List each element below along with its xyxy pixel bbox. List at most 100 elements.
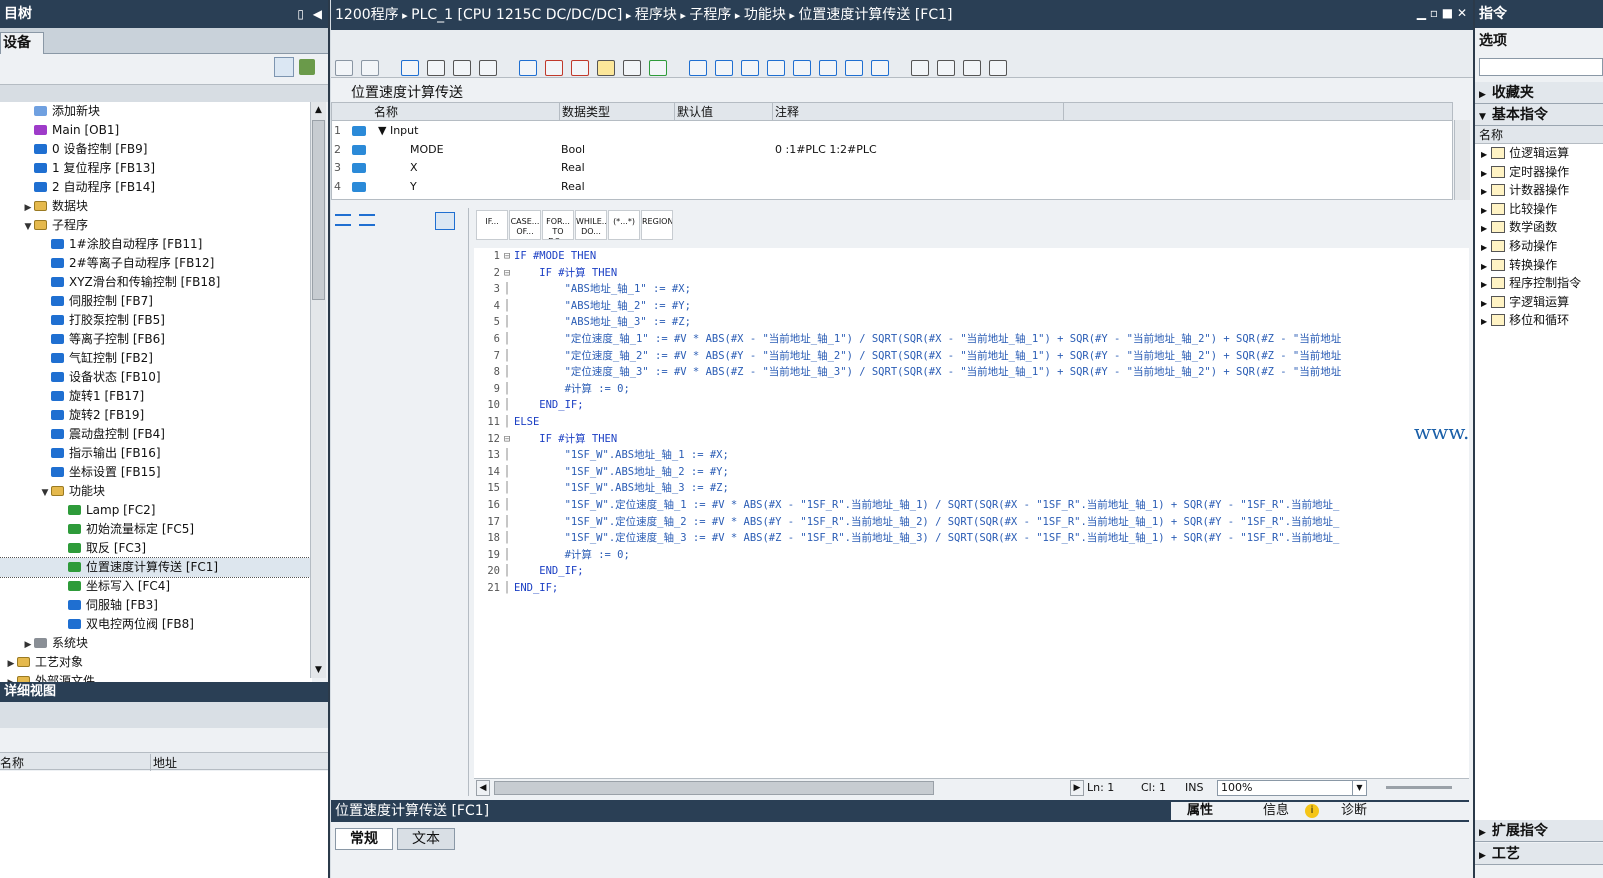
indent-icon[interactable] — [335, 214, 351, 226]
toolbar-button-icon[interactable] — [623, 60, 641, 76]
breadcrumb-item[interactable]: 子程序 — [689, 7, 731, 23]
tree-item[interactable]: 1 复位程序 [FB13] — [0, 159, 312, 178]
tree-item[interactable]: 位置速度计算传送 [FC1] — [0, 557, 312, 578]
toolbar-button-icon[interactable] — [361, 60, 379, 76]
splitter-icon[interactable] — [435, 212, 455, 230]
hscroll-left-icon[interactable]: ◀ — [476, 780, 490, 796]
diagnostics-tab[interactable]: 诊断 — [1341, 802, 1367, 820]
instruction-category[interactable]: ▶ 比较操作 — [1475, 200, 1603, 219]
code-line[interactable]: 21 │ END_IF; — [474, 580, 558, 597]
tree-item[interactable]: 等离子控制 [FB6] — [0, 330, 312, 349]
param-name[interactable]: X — [410, 159, 418, 177]
code-line[interactable]: 8 │ "定位速度_轴_3" := #V * ABS(#Z - "当前地址_轴_3… — [474, 364, 1342, 381]
toolbar-button-icon[interactable] — [767, 60, 785, 76]
zoom-select[interactable]: 100% ▼ — [1217, 780, 1367, 796]
breadcrumb-item[interactable]: 位置速度计算传送 [FC1] — [798, 7, 952, 23]
tree-item[interactable]: ▶ 系统块 — [0, 634, 312, 653]
toolbar-button-icon[interactable] — [519, 60, 537, 76]
param-name[interactable]: MODE — [410, 141, 444, 159]
code-line[interactable]: 5 │ "ABS地址_轴_3" := #Z; — [474, 314, 691, 331]
snippet-button[interactable]: REGION — [641, 210, 673, 240]
instruction-category[interactable]: ▶ 数学函数 — [1475, 218, 1603, 237]
tree-item[interactable]: ▶ 数据块 — [0, 197, 312, 216]
code-line[interactable]: 15 │ "1SF_W".ABS地址_轴_3 := #Z; — [474, 480, 728, 497]
toolbar-button-icon[interactable] — [427, 60, 445, 76]
tree-item[interactable]: 初始流量标定 [FC5] — [0, 520, 312, 539]
snippet-button[interactable]: (*...*) — [608, 210, 640, 240]
instruction-category[interactable]: ▶ 位逻辑运算 — [1475, 144, 1603, 163]
toolbar-button-icon[interactable] — [871, 60, 889, 76]
scroll-down-icon[interactable]: ▼ — [311, 662, 326, 678]
collapse-panel-icon[interactable]: ◀ — [313, 0, 322, 28]
instruction-category[interactable]: ▶ 字逻辑运算 — [1475, 293, 1603, 312]
window-controls[interactable]: ▁ ▫ ■ ✕ — [1417, 6, 1467, 20]
tree-item[interactable]: 双电控两位阀 [FB8] — [0, 615, 312, 634]
code-line[interactable]: 13 │ "1SF_W".ABS地址_轴_1 := #X; — [474, 447, 728, 464]
code-editor[interactable]: 1 ⊟ IF #MODE THEN 2 ⊟ IF #计算 THEN 3 │ "ABS地址_轴… — [474, 248, 1469, 778]
basic-instructions-section[interactable]: ▼ 基本指令 — [1475, 104, 1603, 126]
tree-item[interactable]: 伺服轴 [FB3] — [0, 596, 312, 615]
instruction-category[interactable]: ▶ 移位和循环 — [1475, 311, 1603, 330]
toolbar-button-icon[interactable] — [937, 60, 955, 76]
interface-row[interactable]: 4 Y Real — [332, 178, 1452, 196]
tree-scrollbar[interactable]: ▲ ▼ — [310, 102, 326, 678]
interface-row[interactable]: 3 X Real — [332, 159, 1452, 177]
code-line[interactable]: 11 │ ELSE — [474, 414, 539, 431]
toolbar-button-icon[interactable] — [845, 60, 863, 76]
code-line[interactable]: 14 │ "1SF_W".ABS地址_轴_2 := #Y; — [474, 464, 728, 481]
code-line[interactable]: 6 │ "定位速度_轴_1" := #V * ABS(#X - "当前地址_轴_1… — [474, 331, 1342, 348]
toolbar-button-icon[interactable] — [741, 60, 759, 76]
snippet-button[interactable]: IF... — [476, 210, 508, 240]
instruction-category[interactable]: ▶ 转换操作 — [1475, 256, 1603, 275]
toolbar-button-icon[interactable] — [649, 60, 667, 76]
table-view-icon[interactable] — [274, 57, 294, 77]
interface-row[interactable]: 2 MODE Bool 0 :1#PLC 1:2#PLC — [332, 140, 1452, 159]
tree-item[interactable]: 设备状态 [FB10] — [0, 368, 312, 387]
scroll-thumb[interactable] — [312, 120, 325, 300]
param-name[interactable]: ▼ Input — [378, 122, 418, 140]
hscroll-right-icon[interactable]: ▶ — [1070, 780, 1084, 796]
tree-item[interactable]: 0 设备控制 [FB9] — [0, 140, 312, 159]
breadcrumb-item[interactable]: 程序块 — [635, 7, 677, 23]
toolbar-button-icon[interactable] — [793, 60, 811, 76]
tree-item[interactable]: Lamp [FC2] — [0, 501, 312, 520]
tab-general[interactable]: 常规 — [335, 828, 393, 850]
fold-icon[interactable]: ⊟ — [500, 431, 514, 448]
param-type[interactable]: Real — [561, 159, 585, 177]
tree-item[interactable]: 打胶泵控制 [FB5] — [0, 311, 312, 330]
tree-item[interactable]: 坐标写入 [FC4] — [0, 577, 312, 596]
param-type[interactable]: Bool — [561, 141, 585, 159]
list-icon[interactable] — [359, 214, 375, 226]
tree-item[interactable]: 添加新块 — [0, 102, 312, 121]
breadcrumb-item[interactable]: 功能块 — [744, 7, 786, 23]
tree-item[interactable]: ▶ 工艺对象 — [0, 653, 312, 672]
tree-item[interactable]: 指示输出 [FB16] — [0, 444, 312, 463]
code-line[interactable]: 12 ⊟ IF #计算 THEN — [474, 431, 617, 448]
fold-icon[interactable]: ⊟ — [500, 265, 514, 282]
fold-icon[interactable]: ⊟ — [500, 248, 514, 265]
param-name[interactable]: Y — [410, 178, 417, 196]
tab-text[interactable]: 文本 — [397, 828, 455, 850]
detail-view-header[interactable]: 详细视图 — [0, 682, 328, 702]
code-line[interactable]: 2 ⊟ IF #计算 THEN — [474, 265, 618, 282]
tree-item[interactable]: XYZ滑台和传输控制 [FB18] — [0, 273, 312, 292]
instruction-category[interactable]: ▶ 程序控制指令 — [1475, 274, 1603, 293]
instruction-category[interactable]: ▶ 定时器操作 — [1475, 163, 1603, 182]
code-line[interactable]: 18 │ "1SF_W".定位速度_轴_3 := #V * ABS(#Z - "1… — [474, 530, 1339, 547]
code-line[interactable]: 9 │ #计算 := 0; — [474, 381, 630, 398]
code-line[interactable]: 7 │ "定位速度_轴_2" := #V * ABS(#Y - "当前地址_轴_2… — [474, 348, 1342, 365]
toolbar-button-icon[interactable] — [819, 60, 837, 76]
snippet-button[interactable]: WHILE... DO... — [575, 210, 607, 240]
pin-icon[interactable]: ▯ — [297, 0, 304, 28]
tree-item[interactable]: 2#等离子自动程序 [FB12] — [0, 254, 312, 273]
toolbar-button-icon[interactable] — [479, 60, 497, 76]
chevron-down-icon[interactable]: ▼ — [1352, 781, 1366, 795]
toolbar-button-icon[interactable] — [911, 60, 929, 76]
instruction-category[interactable]: ▶ 计数器操作 — [1475, 181, 1603, 200]
tree-item[interactable]: 旋转2 [FB19] — [0, 406, 312, 425]
favorites-section[interactable]: ▶ 收藏夹 — [1475, 82, 1603, 104]
code-line[interactable]: 20 │ END_IF; — [474, 563, 583, 580]
instruction-category[interactable]: ▶ 移动操作 — [1475, 237, 1603, 256]
code-line[interactable]: 1 ⊟ IF #MODE THEN — [474, 248, 597, 265]
breadcrumb-item[interactable]: PLC_1 [CPU 1215C DC/DC/DC] — [411, 7, 622, 23]
